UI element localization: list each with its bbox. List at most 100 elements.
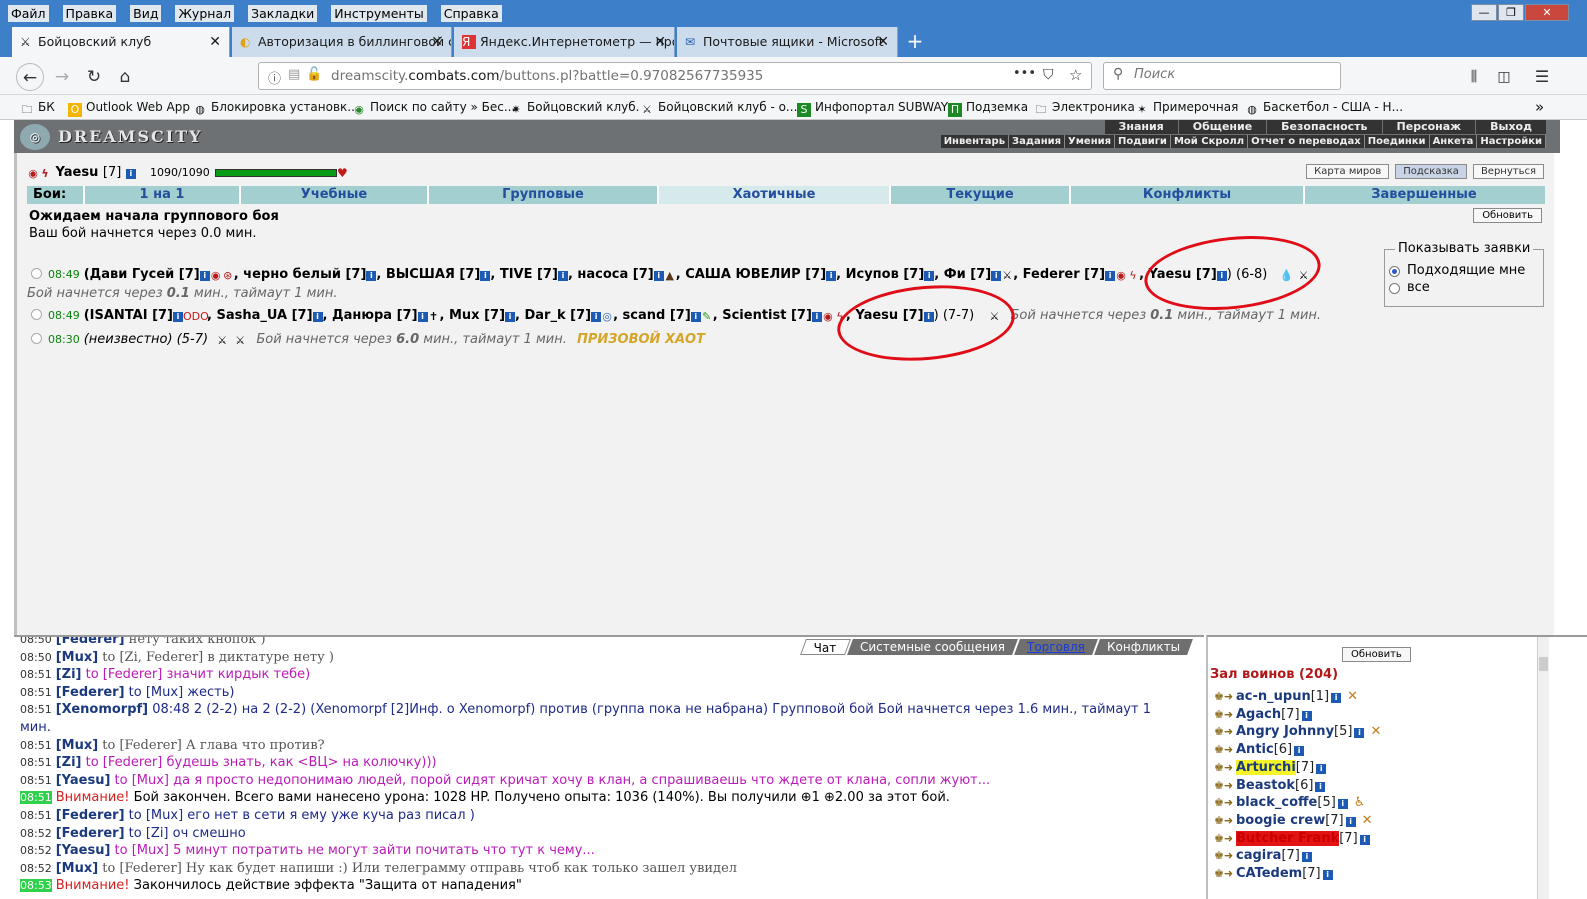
forward-button[interactable]: → [48,63,76,91]
fight-radio[interactable] [31,333,42,344]
info-icon[interactable]: i [991,271,1002,281]
fight-radio[interactable] [31,309,42,320]
pocket-icon[interactable]: ⛉ [1043,67,1054,83]
bookmark-item[interactable]: ◍ Баскетбол - США - Н... [1245,95,1403,120]
chat-time[interactable]: 08:51 [20,668,52,681]
chat-tab-conflicts[interactable]: Конфликты [1093,639,1193,655]
participant[interactable]: (Дави Гусей [7] [84,267,200,282]
warrior-row[interactable]: ♚➜ Butcher Frank[7] i [1214,830,1370,848]
info-icon[interactable]: i [690,312,701,322]
maximize-button[interactable]: ❐ [1498,4,1524,21]
chat-recipient[interactable]: to [Federer] [81,755,163,770]
chat-nick[interactable]: [Yaesu] [56,843,111,858]
info-icon[interactable]: i [591,312,602,322]
bookmark-item[interactable]: ⚔ Бойцовский клуб - о... [640,95,797,120]
info-icon[interactable]: i [1337,799,1348,810]
warrior-row[interactable]: ♚➜ boogie crew[7] i ✕ [1214,812,1373,830]
private-message-icon[interactable]: ♚➜ [1214,688,1236,706]
subnav-duels[interactable]: Поединки [1365,135,1430,148]
chat-nick[interactable]: [Federer] [56,826,125,841]
participant[interactable]: , черно белый [7] [234,267,367,282]
participant[interactable]: , Dar_k [7] [515,308,591,323]
tab-current[interactable]: Текущие [889,186,1069,204]
tab-yandex[interactable]: Я Яндекс.Интернетометр — про ✕ [454,27,675,57]
info-icon[interactable]: i [1301,852,1312,863]
info-icon[interactable]: i [1331,693,1342,703]
home-button[interactable]: ⌂ [111,63,139,91]
info-icon[interactable]: i [1316,763,1327,774]
chat-time[interactable]: 08:52 [20,862,52,875]
chat-nick[interactable]: [Yaesu] [56,773,111,788]
world-map-button[interactable]: Карта миров [1306,164,1390,179]
participant[interactable]: , Mux [7] [440,308,506,323]
warrior-name[interactable]: Arturchi [1236,759,1296,775]
menu-view[interactable]: Вид [130,5,162,22]
chat-time[interactable]: 08:51 [20,756,52,769]
warrior-row[interactable]: ♚➜ CATedem[7] i [1214,865,1333,883]
bookmark-item[interactable]: П Подземка [948,95,1028,120]
chat-nick[interactable]: [Zi] [56,755,82,770]
menu-tools[interactable]: Инструменты [331,5,427,22]
minimize-button[interactable]: — [1471,4,1497,21]
chat-time[interactable]: 08:50 [20,651,52,664]
close-tab-icon[interactable]: ✕ [654,27,666,57]
participant[interactable]: , Данюра [7] [323,308,418,323]
tab-1v1[interactable]: 1 на 1 [83,186,239,204]
info-icon[interactable]: i [653,271,664,281]
chat-tab-system[interactable]: Системные сообщения [847,639,1018,655]
tab-billing[interactable]: ◐ Авторизация в биллинговой с ✕ [232,27,452,57]
chat-nick[interactable]: [Xenomorpf] [56,702,148,717]
info-icon[interactable]: i [826,271,837,281]
return-button[interactable]: Вернуться [1472,164,1544,179]
filter-option-suitable[interactable]: Подходящие мне [1389,263,1525,278]
menu-history[interactable]: Журнал [175,5,235,22]
tab-conflicts[interactable]: Конфликты [1069,186,1303,204]
warrior-row[interactable]: ♚➜ Antic[6] i [1214,741,1305,759]
subnav-transfers[interactable]: Отчет о переводах [1248,135,1365,148]
nav-knowledge[interactable]: Знания [1104,120,1178,134]
fight-radio[interactable] [31,268,42,279]
warrior-name[interactable]: boogie crew [1236,813,1325,828]
radio-selected[interactable] [1389,266,1400,277]
info-icon[interactable]: i [1359,834,1370,845]
hint-button[interactable]: Подсказка [1395,164,1467,179]
chat-recipient[interactable]: to [Mux] [110,773,169,788]
tab-chaotic[interactable]: Хаотичные [657,186,889,204]
info-icon[interactable]: i [366,271,377,281]
warrior-name[interactable]: ac-n_upun [1236,689,1311,704]
nav-exit[interactable]: Выход [1476,120,1546,134]
warrior-name[interactable]: Agach [1236,707,1281,722]
reload-button[interactable]: ↻ [80,63,108,91]
bookmark-item[interactable]: S Инфопортал SUBWAY [797,95,948,120]
chat-time[interactable]: 08:51 [20,686,52,699]
chat-time[interactable]: 08:53 [20,879,52,893]
close-tab-icon[interactable]: ✕ [209,27,221,57]
back-button[interactable]: ← [16,63,44,91]
chat-recipient[interactable]: to [Zi] [125,826,169,841]
warrior-row[interactable]: ♚➜ black_coffe[5] i ♿ [1214,794,1365,812]
chat-nick[interactable]: [Zi] [56,667,82,682]
hamburger-menu-icon[interactable]: ☰ [1528,63,1556,91]
chat-time[interactable]: 08:51 [20,703,52,716]
url-text[interactable]: dreamscity.combats.com/buttons.pl?battle… [331,63,763,89]
fight-row[interactable]: 08:49 (ISANTAI [7] i ODO, Sasha_UA [7] i, Да… [31,308,1321,323]
chat-time[interactable]: 08:51 [20,774,52,787]
fight-row[interactable]: 08:49 (Дави Гусей [7] i ◉ ⊛, черно белый [7]… [31,267,1310,282]
sidebar-icon[interactable]: ◫ [1490,63,1518,91]
participant[interactable]: , TIVE [7] [490,267,558,282]
private-message-icon[interactable]: ♚➜ [1214,865,1236,883]
player-name[interactable]: Yaesu [56,165,99,180]
nav-communication[interactable]: Общение [1178,120,1267,134]
info-icon[interactable]: i [1345,816,1356,827]
more-bookmarks-icon[interactable]: » [1535,95,1544,120]
search-box[interactable]: ⚲ [1103,62,1341,90]
chat-recipient[interactable]: to [Mux] [125,685,183,700]
info-icon[interactable]: i [1294,746,1305,757]
chat-time[interactable]: 08:51 [20,739,52,752]
info-icon[interactable]: i [557,271,568,281]
warrior-row[interactable]: ♚➜ cagira[7] i [1214,847,1312,865]
private-message-icon[interactable]: ♚➜ [1214,777,1236,795]
private-message-icon[interactable]: ♚➜ [1214,847,1236,865]
warrior-row[interactable]: ♚➜ Arturchi[7] i [1214,759,1327,777]
nav-character[interactable]: Персонаж [1382,120,1476,134]
